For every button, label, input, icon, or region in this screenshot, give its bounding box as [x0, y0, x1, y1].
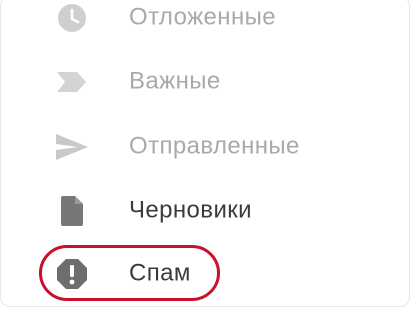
mail-sidebar: Отложенные Важные Отправленные Черновики [0, 0, 420, 312]
sidebar-item-sent[interactable]: Отправленные [0, 115, 400, 179]
send-icon [54, 129, 90, 165]
sidebar-item-important[interactable]: Важные [0, 50, 400, 114]
important-label-icon [54, 64, 90, 100]
sidebar-item-label: Отложенные [129, 3, 276, 31]
sidebar-item-label: Важные [129, 67, 221, 95]
draft-icon [54, 193, 90, 229]
sidebar-item-snoozed[interactable]: Отложенные [0, 0, 400, 50]
highlight-ring [39, 245, 220, 301]
sidebar-item-label: Черновики [129, 196, 252, 224]
sidebar-item-label: Отправленные [129, 132, 300, 160]
sidebar-item-drafts[interactable]: Черновики [0, 179, 400, 243]
clock-icon [54, 0, 90, 36]
